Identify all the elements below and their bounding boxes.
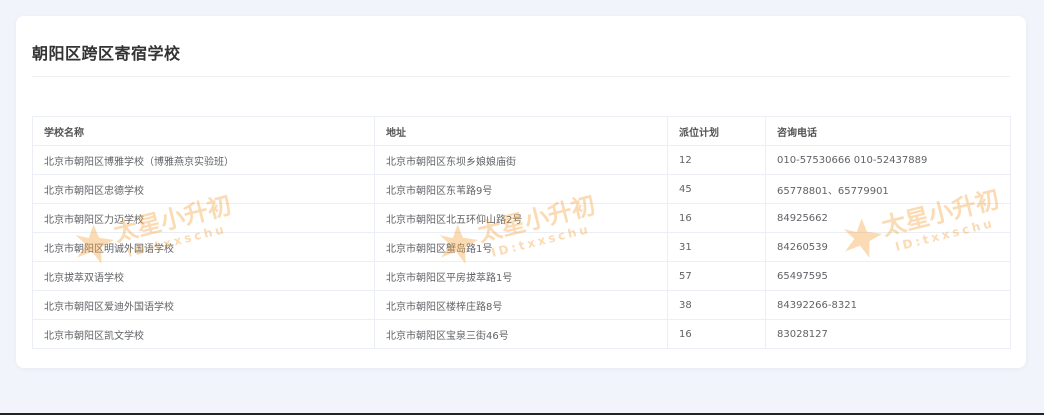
title-divider (32, 76, 1010, 77)
header-school-name: 学校名称 (32, 116, 375, 146)
header-phone: 咨询电话 (765, 116, 1011, 146)
cell-phone: 84925662 (765, 203, 1011, 233)
cell-address: 北京市朝阳区东苇路9号 (374, 174, 668, 204)
cell-address: 北京市朝阳区宝泉三街46号 (374, 319, 668, 349)
cell-allocation-plan: 38 (667, 290, 766, 320)
cell-address: 北京市朝阳区东坝乡娘娘庙街 (374, 145, 668, 175)
cell-phone: 83028127 (765, 319, 1011, 349)
cell-phone: 84260539 (765, 232, 1011, 262)
cell-address: 北京市朝阳区楼梓庄路8号 (374, 290, 668, 320)
cell-school-name: 北京拔萃双语学校 (32, 261, 375, 291)
table-row: 北京拔萃双语学校 北京市朝阳区平房拔萃路1号 57 65497595 (32, 261, 1011, 291)
table-row: 北京市朝阳区博雅学校（博雅燕京实验班） 北京市朝阳区东坝乡娘娘庙街 12 010… (32, 145, 1011, 175)
table-row: 北京市朝阳区凯文学校 北京市朝阳区宝泉三街46号 16 83028127 (32, 319, 1011, 349)
cell-address: 北京市朝阳区蟹岛路1号 (374, 232, 668, 262)
cell-allocation-plan: 57 (667, 261, 766, 291)
schools-table: 学校名称 地址 派位计划 咨询电话 北京市朝阳区博雅学校（博雅燕京实验班） 北京… (32, 116, 1011, 349)
cell-allocation-plan: 31 (667, 232, 766, 262)
cell-school-name: 北京市朝阳区凯文学校 (32, 319, 375, 349)
cell-phone: 65497595 (765, 261, 1011, 291)
cell-school-name: 北京市朝阳区明诚外国语学校 (32, 232, 375, 262)
table-row: 北京市朝阳区爱迪外国语学校 北京市朝阳区楼梓庄路8号 38 84392266-8… (32, 290, 1011, 320)
table-row: 北京市朝阳区力迈学校 北京市朝阳区北五环仰山路2号 16 84925662 (32, 203, 1011, 233)
section-title: 朝阳区跨区寄宿学校 (32, 44, 181, 63)
table-row: 北京市朝阳区明诚外国语学校 北京市朝阳区蟹岛路1号 31 84260539 (32, 232, 1011, 262)
cell-allocation-plan: 12 (667, 145, 766, 175)
cell-allocation-plan: 16 (667, 319, 766, 349)
cell-phone: 84392266-8321 (765, 290, 1011, 320)
content-card: 朝阳区跨区寄宿学校 学校名称 地址 派位计划 咨询电话 北京市朝阳区博雅学校（博… (16, 16, 1026, 368)
cell-phone: 010-57530666 010-52437889 (765, 145, 1011, 175)
cell-phone: 65778801、65779901 (765, 174, 1011, 204)
cell-school-name: 北京市朝阳区博雅学校（博雅燕京实验班） (32, 145, 375, 175)
cell-school-name: 北京市朝阳区力迈学校 (32, 203, 375, 233)
cell-allocation-plan: 45 (667, 174, 766, 204)
header-address: 地址 (374, 116, 668, 146)
header-allocation-plan: 派位计划 (667, 116, 766, 146)
cell-school-name: 北京市朝阳区忠德学校 (32, 174, 375, 204)
table-header-row: 学校名称 地址 派位计划 咨询电话 (32, 116, 1011, 146)
cell-address: 北京市朝阳区平房拔萃路1号 (374, 261, 668, 291)
table-row: 北京市朝阳区忠德学校 北京市朝阳区东苇路9号 45 65778801、65779… (32, 174, 1011, 204)
cell-allocation-plan: 16 (667, 203, 766, 233)
cell-school-name: 北京市朝阳区爱迪外国语学校 (32, 290, 375, 320)
cell-address: 北京市朝阳区北五环仰山路2号 (374, 203, 668, 233)
